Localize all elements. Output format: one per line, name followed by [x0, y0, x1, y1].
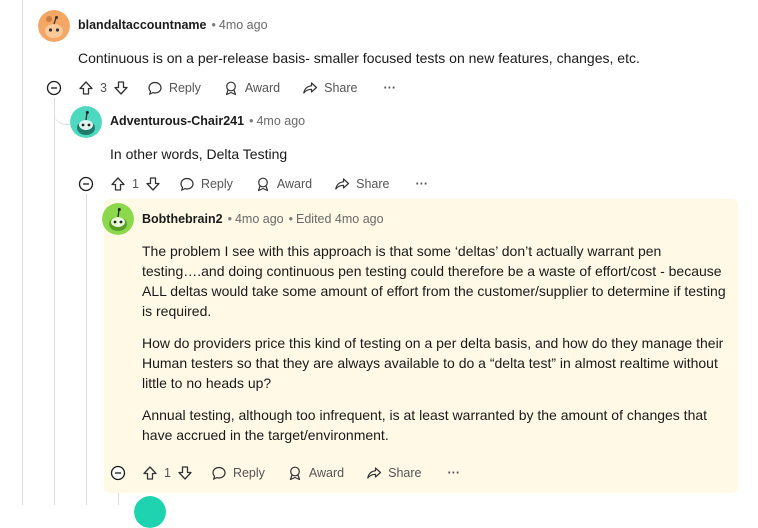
upvote-button[interactable] [142, 465, 158, 481]
comment-meta: Bobthebrain2 • 4mo ago • Edited 4mo ago [142, 212, 384, 226]
award-button[interactable]: Award [223, 80, 280, 96]
upvote-arrow-icon [143, 466, 157, 480]
comment-paragraph: How do providers price this kind of test… [142, 335, 724, 391]
minus-circle-icon [110, 465, 126, 481]
timestamp[interactable]: 4mo ago [219, 18, 268, 32]
award-label: Award [244, 81, 281, 95]
comment-paragraph: The problem I see with this approach is … [142, 243, 726, 319]
share-arrow-icon [335, 178, 350, 190]
avatar[interactable] [102, 203, 134, 235]
snoo-avatar-icon [38, 10, 70, 42]
comment-actions: 1 Reply Award Share ··· [142, 461, 460, 485]
downvote-arrow-icon [146, 177, 160, 191]
comment-paragraph: Continuous is on a per-release basis- sm… [78, 50, 640, 66]
award-button[interactable]: Award [287, 465, 344, 481]
minus-circle-icon [78, 176, 94, 192]
comment-paragraph: In other words, Delta Testing [110, 146, 288, 162]
thread-line-root [22, 0, 23, 505]
upvote-button[interactable] [110, 176, 126, 192]
separator-dot: • [288, 212, 293, 226]
reply-label: Reply [168, 81, 201, 95]
share-arrow-icon [303, 82, 318, 94]
comment-actions: 1 Reply Award Share ··· [110, 172, 428, 196]
vote-count: 1 [164, 466, 171, 480]
comment-body: The problem I see with this approach is … [142, 241, 730, 457]
share-arrow-icon [367, 467, 382, 479]
comment-paragraph: Annual testing, although too infrequent,… [142, 407, 708, 443]
separator-dot: • [249, 114, 254, 128]
collapse-button[interactable] [78, 176, 94, 192]
more-options-icon: ··· [447, 466, 461, 480]
award-label: Award [276, 177, 313, 191]
reply-label: Reply [200, 177, 233, 191]
award-icon [289, 466, 301, 481]
downvote-button[interactable] [113, 80, 129, 96]
separator-dot: • [227, 212, 232, 226]
more-options-button[interactable]: ··· [416, 177, 429, 191]
thread-stem-level1 [54, 98, 70, 125]
timestamp[interactable]: 4mo ago [235, 212, 284, 226]
timestamp[interactable]: 4mo ago [256, 114, 305, 128]
upvote-button[interactable] [78, 80, 94, 96]
collapse-button[interactable] [110, 465, 126, 481]
reply-bubble-icon [212, 466, 226, 481]
downvote-button[interactable] [177, 465, 193, 481]
more-options-button[interactable]: ··· [448, 466, 461, 480]
upvote-arrow-icon [79, 81, 93, 95]
downvote-arrow-icon [178, 466, 192, 480]
thread-line-level1 [54, 98, 55, 505]
comment-meta: blandaltaccountname • 4mo ago [78, 18, 268, 32]
award-icon [257, 177, 269, 192]
minus-circle-icon [46, 80, 62, 96]
comment-meta: Adventurous-Chair241 • 4mo ago [110, 114, 305, 128]
reply-bubble-icon [148, 81, 162, 96]
edited-timestamp: Edited 4mo ago [296, 212, 384, 226]
share-label: Share [388, 466, 422, 480]
comment-actions: 3 Reply Award Share ··· [78, 76, 396, 100]
more-options-icon: ··· [415, 177, 429, 191]
share-label: Share [356, 177, 390, 191]
avatar[interactable] [134, 496, 166, 528]
snoo-avatar-icon [134, 496, 166, 528]
reply-label: Reply [232, 466, 265, 480]
award-button[interactable]: Award [255, 176, 312, 192]
vote-count: 3 [100, 81, 107, 95]
downvote-arrow-icon [114, 81, 128, 95]
username[interactable]: Bobthebrain2 [142, 212, 223, 226]
share-label: Share [324, 81, 358, 95]
vote-count: 1 [132, 177, 139, 191]
upvote-arrow-icon [111, 177, 125, 191]
username[interactable]: Adventurous-Chair241 [110, 114, 244, 128]
share-button[interactable]: Share [366, 465, 422, 481]
award-label: Award [308, 466, 345, 480]
snoo-avatar-icon [70, 106, 102, 138]
more-options-button[interactable]: ··· [384, 81, 397, 95]
downvote-button[interactable] [145, 176, 161, 192]
separator-dot: • [211, 18, 216, 32]
username[interactable]: blandaltaccountname [78, 18, 207, 32]
reply-bubble-icon [180, 177, 194, 192]
share-button[interactable]: Share [334, 176, 390, 192]
avatar[interactable] [70, 106, 102, 138]
collapse-button[interactable] [46, 80, 62, 96]
thread-line-level2 [86, 194, 87, 505]
reply-button[interactable]: Reply [179, 176, 233, 192]
award-icon [225, 81, 237, 96]
avatar[interactable] [38, 10, 70, 42]
reply-button[interactable]: Reply [147, 80, 201, 96]
snoo-avatar-icon [102, 203, 134, 235]
reply-button[interactable]: Reply [211, 465, 265, 481]
more-options-icon: ··· [383, 81, 397, 95]
share-button[interactable]: Share [302, 80, 358, 96]
